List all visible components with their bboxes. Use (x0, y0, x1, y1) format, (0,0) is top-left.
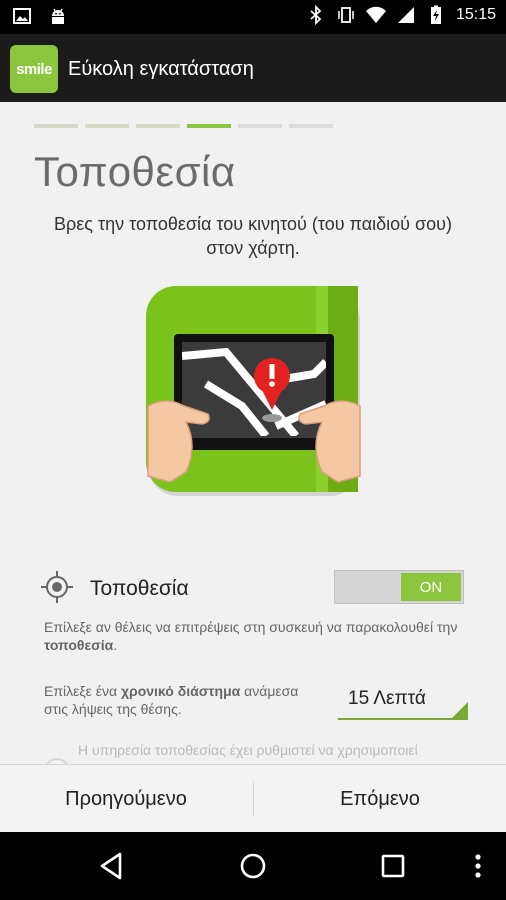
interval-help-prefix: Επίλεξε ένα (44, 683, 121, 699)
navigation-bar (0, 832, 506, 900)
location-help-bold: τοποθεσία (44, 637, 114, 653)
progress-step-5 (238, 124, 282, 128)
progress-step-6 (289, 124, 333, 128)
status-bar: 15:15 (0, 0, 506, 34)
wifi-icon (365, 6, 386, 24)
action-bar-title: Εύκολη εγκατάσταση (68, 58, 254, 80)
interval-help-bold: χρονικό διάστημα (120, 683, 241, 699)
android-icon (52, 8, 64, 24)
page-title: Τοποθεσία (34, 148, 236, 195)
location-setting-row: Τοποθεσία ON (38, 570, 468, 606)
action-bar: smile Εύκολη εγκατάσταση (0, 34, 506, 102)
location-help-suffix: . (113, 637, 118, 653)
progress-step-2 (85, 124, 129, 128)
progress-step-3 (136, 124, 180, 128)
spinner-arrow-icon (452, 702, 468, 718)
menu-overflow-icon[interactable] (462, 850, 494, 882)
tablet-map-illustration (146, 286, 361, 496)
location-toggle-state: ON (401, 573, 461, 601)
progress-step-1 (34, 124, 78, 128)
vibrate-icon (338, 7, 354, 23)
app-logo-text: smile (16, 60, 52, 78)
home-icon[interactable] (237, 850, 269, 882)
app-logo[interactable]: smile (10, 45, 58, 93)
location-label: Τοποθεσία (90, 577, 189, 600)
bluetooth-icon (310, 5, 322, 25)
step-description: Βρες την τοποθεσία του κινητού (του παιδ… (54, 214, 452, 258)
location-help-prefix: Επίλεξε αν θέλεις να επιτρέψεις στη συσκ… (44, 619, 458, 635)
wizard-progress (34, 124, 333, 128)
status-time: 15:15 (455, 6, 496, 23)
button-bar: Προηγούμενο Επόμενο (0, 764, 506, 833)
interval-spinner[interactable]: 15 Λεπτά (338, 686, 468, 720)
battery-charging-icon (430, 5, 441, 24)
recent-apps-icon[interactable] (377, 850, 409, 882)
wizard-content[interactable]: Τοποθεσία Βρες την τοποθεσία του κινητού… (0, 102, 506, 764)
location-service-note: Η υπηρεσία τοποθεσίας έχει ρυθμιστεί να … (78, 742, 418, 758)
interval-help-text: Επίλεξε ένα χρονικό διάστημα ανάμεσα στι… (44, 682, 324, 718)
image-icon (13, 8, 31, 24)
crosshair-icon (41, 571, 73, 603)
back-icon[interactable] (96, 850, 128, 882)
next-button[interactable]: Επόμενο (254, 765, 506, 833)
location-help-text: Επίλεξε αν θέλεις να επιτρέψεις στη συσκ… (44, 618, 464, 654)
interval-spinner-value: 15 Λεπτά (348, 688, 426, 709)
previous-button[interactable]: Προηγούμενο (0, 765, 252, 833)
signal-icon (397, 7, 414, 23)
progress-step-4 (187, 124, 231, 128)
location-toggle[interactable]: ON (334, 570, 464, 604)
